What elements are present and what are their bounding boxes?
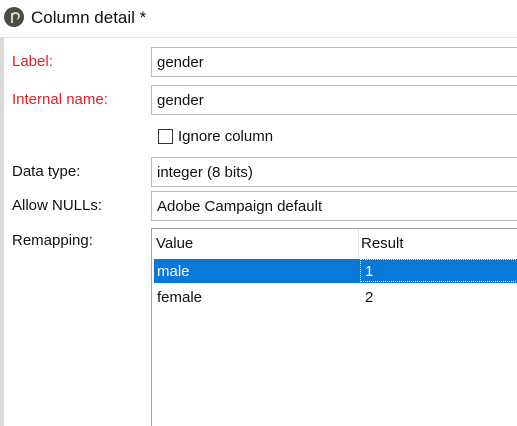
allow-nulls-select[interactable]: Adobe Campaign default	[151, 191, 517, 221]
column-divider[interactable]	[358, 229, 359, 258]
allow-nulls-label: Allow NULLs:	[12, 197, 103, 214]
internal-name-value: gender	[157, 92, 204, 109]
internal-name-label: Internal name:	[12, 91, 108, 108]
cell-value: female	[157, 289, 203, 306]
remapping-table[interactable]: Value Result male 1 female 2	[151, 228, 517, 426]
label-input-value: gender	[157, 54, 204, 71]
data-type-select[interactable]: integer (8 bits)	[151, 157, 517, 187]
table-row[interactable]: male 1	[154, 259, 517, 283]
label-input[interactable]: gender	[151, 47, 517, 77]
data-type-label: Data type:	[12, 163, 81, 180]
ignore-column-checkbox[interactable]	[158, 129, 173, 144]
table-row[interactable]: female 2	[154, 285, 517, 309]
cell-value: male	[157, 263, 190, 280]
remapping-label: Remapping:	[12, 232, 93, 249]
cell-focus-indicator	[360, 259, 517, 282]
ignore-column-label[interactable]: Ignore column	[178, 128, 273, 145]
internal-name-input[interactable]: gender	[151, 85, 517, 115]
label-field-label: Label:	[12, 53, 53, 70]
left-edge-divider	[0, 37, 4, 426]
column-header-value[interactable]: Value	[156, 235, 193, 252]
window-title: Column detail *	[31, 8, 147, 27]
allow-nulls-value: Adobe Campaign default	[157, 198, 323, 215]
app-logo-icon	[4, 7, 24, 27]
column-header-result[interactable]: Result	[361, 235, 404, 252]
cell-result[interactable]: 2	[365, 289, 373, 306]
data-type-value: integer (8 bits)	[157, 164, 253, 181]
cell-result[interactable]: 1	[365, 263, 373, 280]
title-bar: Column detail *	[0, 0, 517, 38]
